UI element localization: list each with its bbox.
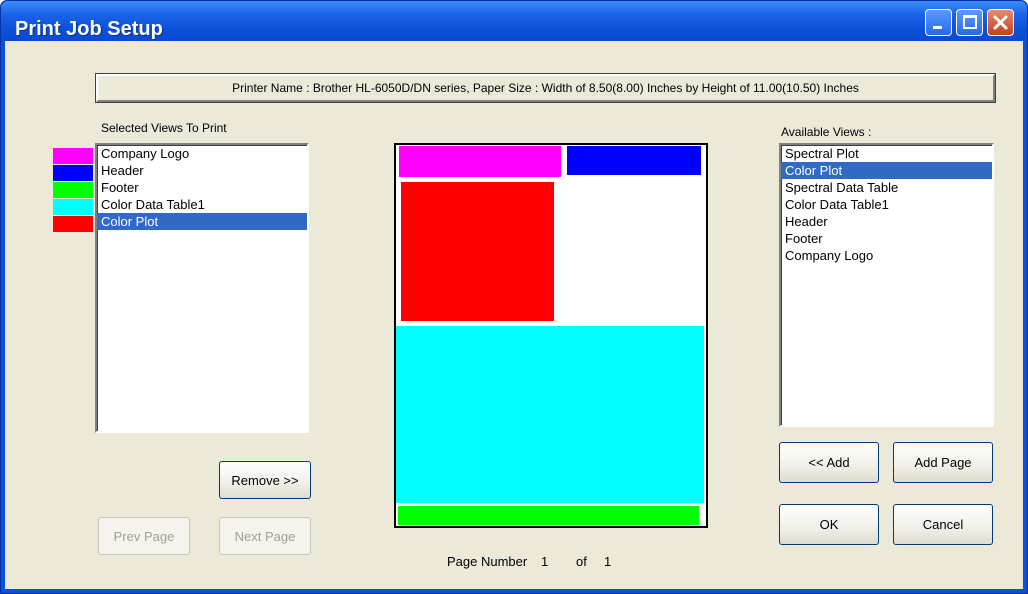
available-views-item[interactable]: Spectral Data Table: [781, 179, 992, 196]
available-views-item[interactable]: Spectral Plot: [781, 145, 992, 162]
minimize-icon: [933, 26, 942, 29]
selected-views-item[interactable]: Company Logo: [97, 145, 307, 162]
selected-views-item[interactable]: Color Plot: [97, 213, 307, 230]
selected-views-label: Selected Views To Print: [101, 121, 227, 135]
color-swatch: [53, 199, 93, 215]
preview-color-plot[interactable]: [401, 182, 554, 321]
page-number-current: 1: [541, 554, 549, 569]
page-number-total: 1: [604, 554, 612, 569]
preview-color-data-table[interactable]: [396, 326, 704, 503]
window-title: Print Job Setup: [15, 18, 163, 40]
print-job-setup-window: Print Job Setup Printer Name : Brother H…: [0, 0, 1028, 594]
ok-button[interactable]: OK: [779, 504, 879, 545]
preview-company-logo[interactable]: [399, 146, 561, 177]
add-button[interactable]: << Add: [779, 442, 879, 483]
close-button[interactable]: [987, 9, 1014, 36]
maximize-button[interactable]: [956, 9, 983, 36]
color-swatch: [53, 165, 93, 181]
dialog-client-area: Printer Name : Brother HL-6050D/DN serie…: [5, 41, 1023, 589]
minimize-button[interactable]: [925, 9, 952, 36]
maximize-icon: [963, 15, 977, 29]
available-views-label: Available Views :: [781, 125, 872, 139]
available-views-list[interactable]: Spectral Plot Color Plot Spectral Data Tab…: [779, 143, 994, 427]
preview-footer[interactable]: [398, 506, 699, 525]
close-icon: [993, 15, 1008, 30]
color-swatch: [53, 148, 93, 164]
page-number-label: Page Number: [447, 554, 528, 569]
color-swatch: [53, 182, 93, 198]
selected-views-item[interactable]: Header: [97, 162, 307, 179]
selected-views-list[interactable]: Company Logo Header Footer Color Data Table…: [95, 143, 309, 433]
color-swatch: [53, 216, 93, 232]
available-views-item[interactable]: Color Data Table1: [781, 196, 992, 213]
preview-header[interactable]: [567, 146, 701, 175]
cancel-button[interactable]: Cancel: [893, 504, 993, 545]
printer-info-bar: Printer Name : Brother HL-6050D/DN serie…: [95, 73, 996, 103]
available-views-item[interactable]: Color Plot: [781, 162, 992, 179]
selected-views-item[interactable]: Footer: [97, 179, 307, 196]
prev-page-button[interactable]: Prev Page: [98, 517, 190, 555]
available-views-item[interactable]: Footer: [781, 230, 992, 247]
available-views-item[interactable]: Company Logo: [781, 247, 992, 264]
title-bar[interactable]: Print Job Setup: [1, 1, 1027, 41]
page-number-of-label: of: [576, 554, 587, 569]
page-preview: [394, 143, 708, 528]
add-page-button[interactable]: Add Page: [893, 442, 993, 483]
remove-button[interactable]: Remove >>: [219, 461, 311, 499]
next-page-button[interactable]: Next Page: [219, 517, 311, 555]
available-views-item[interactable]: Header: [781, 213, 992, 230]
selected-views-item[interactable]: Color Data Table1: [97, 196, 307, 213]
